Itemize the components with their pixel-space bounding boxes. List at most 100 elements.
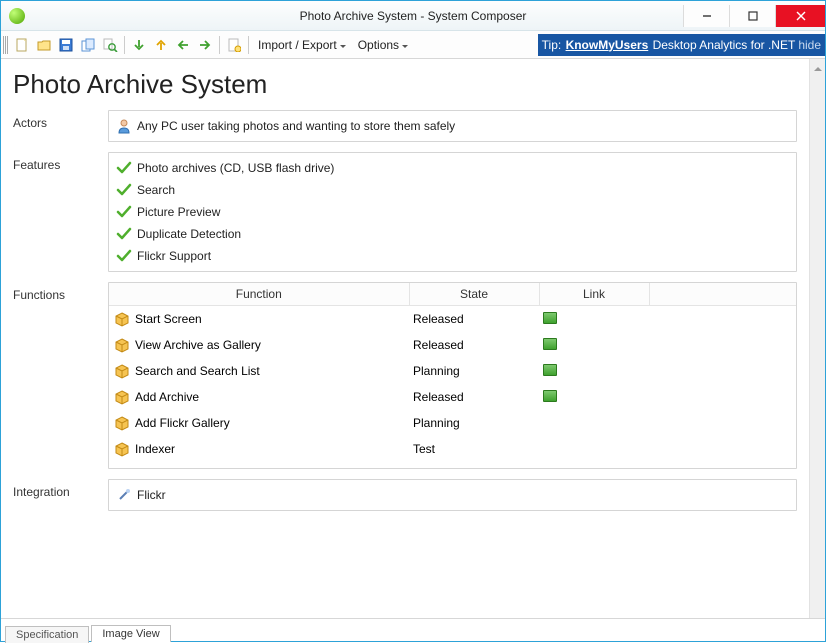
toolbar-separator — [124, 36, 125, 54]
toolbar: Import / Export Options Tip: KnowMyUsers… — [1, 31, 825, 59]
tip-hide[interactable]: hide — [798, 38, 821, 52]
check-icon — [115, 248, 133, 264]
list-item[interactable]: Picture Preview — [115, 201, 790, 223]
table-row[interactable]: Add ArchiveReleased — [109, 384, 796, 410]
features-body[interactable]: Photo archives (CD, USB flash drive) Sear… — [108, 152, 797, 272]
list-item-text: Picture Preview — [137, 205, 220, 219]
import-export-menu[interactable]: Import / Export — [252, 36, 352, 54]
link-icon[interactable] — [543, 338, 557, 350]
arrow-down-icon[interactable] — [130, 36, 148, 54]
table-row[interactable]: Indexer Test — [109, 436, 796, 462]
check-icon — [115, 226, 133, 242]
integration-body[interactable]: Flickr — [108, 479, 797, 511]
list-item-text: Any PC user taking photos and wanting to… — [137, 119, 455, 133]
function-link-cell[interactable] — [539, 384, 649, 410]
content-area: Photo Archive System Actors Any PC user … — [1, 59, 809, 618]
box-icon — [113, 311, 131, 327]
bottom-tabs: Specification Image View — [1, 619, 825, 641]
save-icon[interactable] — [57, 36, 75, 54]
function-link-cell[interactable] — [539, 332, 649, 358]
function-state: Planning — [409, 410, 539, 436]
function-state: Released — [409, 332, 539, 358]
check-icon — [115, 182, 133, 198]
table-row[interactable]: Start Screen Released — [109, 306, 796, 333]
user-icon — [115, 118, 133, 134]
list-item[interactable]: Photo archives (CD, USB flash drive) — [115, 157, 790, 179]
toolbar-separator — [248, 36, 249, 54]
actors-section: Actors Any PC user taking photos and wan… — [13, 110, 797, 142]
function-link-cell — [539, 436, 649, 462]
function-name: Search and Search List — [135, 364, 260, 378]
integration-section: Integration Flickr — [13, 479, 797, 511]
app-window: Photo Archive System - System Composer — [0, 0, 826, 642]
tab-image-view[interactable]: Image View — [91, 625, 170, 642]
col-function[interactable]: Function — [109, 283, 409, 306]
tip-banner: Tip: KnowMyUsers Desktop Analytics for .… — [538, 34, 825, 56]
function-link-cell — [539, 410, 649, 436]
function-name: Add Archive — [135, 390, 199, 404]
list-item[interactable]: Any PC user taking photos and wanting to… — [115, 115, 790, 137]
function-state: Released — [409, 306, 539, 333]
function-link-cell[interactable] — [539, 358, 649, 384]
box-icon — [113, 441, 131, 457]
function-state: Test — [409, 436, 539, 462]
wand-icon — [115, 487, 133, 503]
copy-icon[interactable] — [79, 36, 97, 54]
integration-label: Integration — [13, 479, 108, 511]
link-icon[interactable] — [543, 312, 557, 324]
box-icon — [113, 389, 131, 405]
functions-label: Functions — [13, 282, 108, 469]
box-icon — [113, 363, 131, 379]
function-state: Planning — [409, 358, 539, 384]
tab-specification[interactable]: Specification — [5, 626, 89, 643]
page-title: Photo Archive System — [13, 69, 797, 100]
table-row[interactable]: Add Flickr Gallery Planning — [109, 410, 796, 436]
list-item[interactable]: Duplicate Detection — [115, 223, 790, 245]
list-item[interactable]: Flickr — [115, 484, 790, 506]
functions-body[interactable]: Function State Link Start Screen Released… — [108, 282, 797, 469]
new-icon[interactable] — [13, 36, 31, 54]
minimize-button[interactable] — [683, 5, 729, 27]
maximize-button[interactable] — [729, 5, 775, 27]
list-item-text: Duplicate Detection — [137, 227, 241, 241]
list-item-text: Search — [137, 183, 175, 197]
table-row[interactable]: Search and Search List Planning — [109, 358, 796, 384]
open-icon[interactable] — [35, 36, 53, 54]
link-icon[interactable] — [543, 390, 557, 402]
arrow-up-icon[interactable] — [152, 36, 170, 54]
window-controls — [683, 5, 825, 27]
col-spacer — [649, 283, 796, 306]
functions-table: Function State Link Start Screen Released… — [109, 283, 796, 462]
actors-label: Actors — [13, 110, 108, 142]
features-section: Features Photo archives (CD, USB flash d… — [13, 152, 797, 272]
function-name: Start Screen — [135, 312, 202, 326]
check-icon — [115, 160, 133, 176]
check-icon — [115, 204, 133, 220]
list-item[interactable]: Search — [115, 179, 790, 201]
actors-body[interactable]: Any PC user taking photos and wanting to… — [108, 110, 797, 142]
list-item-text: Flickr Support — [137, 249, 211, 263]
find-icon[interactable] — [101, 36, 119, 54]
col-state[interactable]: State — [409, 283, 539, 306]
function-name: Add Flickr Gallery — [135, 416, 230, 430]
function-name: Indexer — [135, 442, 175, 456]
toolbar-separator — [219, 36, 220, 54]
box-icon — [113, 415, 131, 431]
arrow-right-icon[interactable] — [196, 36, 214, 54]
list-item[interactable]: Flickr Support — [115, 245, 790, 267]
options-menu[interactable]: Options — [352, 36, 414, 54]
link-icon[interactable] — [543, 364, 557, 376]
arrow-left-icon[interactable] — [174, 36, 192, 54]
function-name: View Archive as Gallery — [135, 338, 261, 352]
features-label: Features — [13, 152, 108, 272]
list-item-text: Photo archives (CD, USB flash drive) — [137, 161, 334, 175]
toolbar-grip — [3, 36, 9, 54]
col-link[interactable]: Link — [539, 283, 649, 306]
paste-new-icon[interactable] — [225, 36, 243, 54]
tip-link[interactable]: KnowMyUsers — [566, 38, 649, 52]
function-link-cell[interactable] — [539, 306, 649, 333]
titlebar: Photo Archive System - System Composer — [1, 1, 825, 31]
close-button[interactable] — [775, 5, 825, 27]
vertical-scrollbar[interactable] — [809, 59, 825, 618]
table-row[interactable]: View Archive as Gallery Released — [109, 332, 796, 358]
